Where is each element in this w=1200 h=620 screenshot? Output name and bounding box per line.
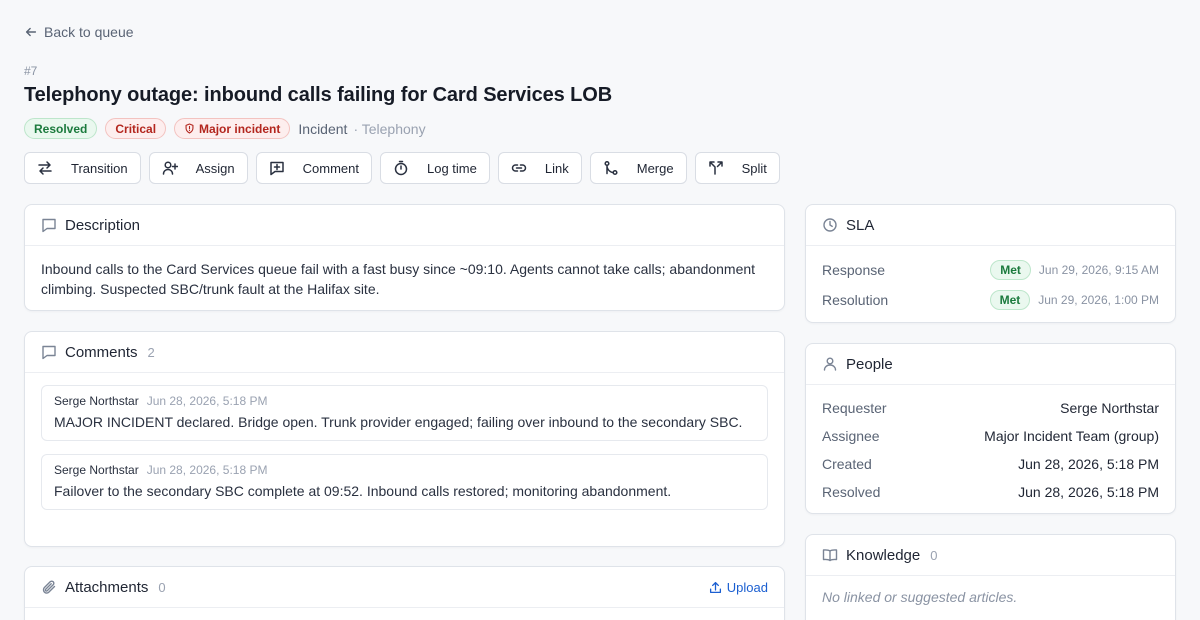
people-value: Jun 28, 2026, 5:18 PM — [1018, 484, 1159, 500]
people-value: Jun 28, 2026, 5:18 PM — [1018, 456, 1159, 472]
paperclip-icon — [42, 580, 56, 594]
assign-label: Assign — [195, 160, 235, 176]
ticket-page: Back to queue #7 Telephony outage: inbou… — [24, 0, 1176, 620]
message-plus-icon — [269, 161, 284, 176]
sla-title: SLA — [846, 216, 875, 234]
knowledge-card: Knowledge 0 No linked or suggested artic… — [805, 534, 1176, 620]
back-label: Back to queue — [44, 24, 134, 40]
people-card: People Requester Serge Northstar Assigne… — [805, 343, 1176, 514]
git-merge-icon — [604, 160, 618, 176]
major-incident-badge: Major incident — [174, 118, 291, 139]
book-open-icon — [822, 549, 838, 562]
comment-text: MAJOR INCIDENT declared. Bridge open. Tr… — [54, 414, 743, 430]
comments-list: Serge Northstar Jun 28, 2026, 5:18 PM MA… — [25, 373, 784, 522]
comments-count: 2 — [147, 344, 155, 360]
people-row-resolved: Resolved Jun 28, 2026, 5:18 PM — [822, 478, 1159, 506]
sla-header: SLA — [806, 205, 1175, 246]
people-title: People — [846, 355, 893, 373]
ticket-id: #7 — [24, 64, 38, 78]
people-value: Major Incident Team (group) — [984, 428, 1159, 444]
split-label: Split — [741, 160, 767, 176]
people-label: Requester — [822, 400, 887, 416]
attachments-card: Attachments 0 Upload — [24, 566, 785, 620]
attachments-title: Attachments — [65, 578, 149, 596]
sla-date: Jun 29, 2026, 1:00 PM — [1038, 293, 1159, 307]
knowledge-count: 0 — [930, 547, 938, 563]
people-label: Resolved — [822, 484, 881, 500]
sla-label: Response — [822, 262, 886, 278]
knowledge-title: Knowledge — [846, 546, 921, 564]
knowledge-header: Knowledge 0 — [806, 535, 1175, 576]
upload-icon — [709, 581, 721, 593]
merge-button[interactable]: Merge — [589, 152, 687, 184]
description-card: Description Inbound calls to the Card Se… — [24, 204, 785, 311]
major-incident-label: Major incident — [199, 121, 281, 136]
back-to-queue-link[interactable]: Back to queue — [24, 24, 134, 40]
comments-title: Comments — [65, 343, 138, 361]
attachments-header: Attachments 0 Upload — [25, 567, 784, 608]
user-plus-icon — [162, 161, 178, 175]
people-header: People — [806, 344, 1175, 385]
split-button[interactable]: Split — [694, 152, 780, 184]
knowledge-empty-text: No linked or suggested articles. — [822, 589, 1018, 605]
description-title: Description — [65, 216, 141, 234]
user-icon — [823, 357, 837, 371]
description-text: Inbound calls to the Card Services queue… — [41, 261, 756, 297]
log-time-button[interactable]: Log time — [380, 152, 490, 184]
comment-label: Comment — [302, 160, 359, 176]
people-row-assignee: Assignee Major Incident Team (group) — [822, 422, 1159, 450]
link-button[interactable]: Link — [497, 152, 582, 184]
priority-badge: Critical — [105, 118, 167, 139]
transition-button[interactable]: Transition — [24, 152, 141, 184]
assign-button[interactable]: Assign — [148, 152, 248, 184]
message-square-icon — [42, 218, 56, 233]
comment-author: Serge Northstar — [54, 463, 139, 477]
status-badge: Resolved — [24, 118, 98, 139]
page-title: Telephony outage: inbound calls failing … — [24, 84, 613, 106]
upload-button[interactable]: Upload — [709, 580, 768, 595]
clock-icon — [823, 218, 837, 232]
description-header: Description — [25, 205, 784, 246]
people-row-created: Created Jun 28, 2026, 5:18 PM — [822, 450, 1159, 478]
comment-text: Failover to the secondary SBC complete a… — [54, 483, 672, 499]
comment-author: Serge Northstar — [54, 394, 139, 408]
link-label: Link — [544, 160, 569, 176]
sla-row-response: Response Met Jun 29, 2026, 9:15 AM — [822, 255, 1159, 285]
upload-label: Upload — [726, 579, 768, 595]
transition-label: Transition — [71, 160, 128, 176]
arrow-left-icon — [25, 27, 37, 37]
sla-card: SLA Response Met Jun 29, 2026, 9:15 AM R… — [805, 204, 1176, 323]
sla-date: Jun 29, 2026, 9:15 AM — [1038, 263, 1159, 277]
comments-card: Comments 2 Serge Northstar Jun 28, 2026,… — [24, 331, 785, 547]
comment-item: Serge Northstar Jun 28, 2026, 5:18 PM MA… — [41, 385, 768, 441]
sla-label: Resolution — [822, 292, 889, 308]
link-icon — [511, 164, 527, 172]
attachments-count: 0 — [158, 579, 166, 595]
merge-label: Merge — [636, 160, 674, 176]
people-row-requester: Requester Serge Northstar — [822, 394, 1159, 422]
ticket-category: · Telephony — [353, 120, 426, 137]
shield-alert-icon — [185, 123, 194, 134]
action-toolbar: Transition Assign Comment Log time Link … — [24, 152, 780, 184]
comment-time: Jun 28, 2026, 5:18 PM — [146, 463, 268, 477]
people-value: Serge Northstar — [1060, 400, 1159, 416]
split-icon — [708, 161, 723, 175]
people-label: Assignee — [822, 428, 880, 444]
transition-arrows-icon — [38, 161, 52, 175]
people-label: Created — [822, 456, 872, 472]
comments-header: Comments 2 — [25, 332, 784, 373]
timer-icon — [394, 160, 408, 176]
sla-met-badge: Met — [989, 290, 1031, 310]
comment-item: Serge Northstar Jun 28, 2026, 5:18 PM Fa… — [41, 454, 768, 510]
comment-button[interactable]: Comment — [255, 152, 372, 184]
comment-time: Jun 28, 2026, 5:18 PM — [146, 394, 268, 408]
log-time-label: Log time — [427, 160, 477, 176]
sla-row-resolution: Resolution Met Jun 29, 2026, 1:00 PM — [822, 285, 1159, 315]
message-square-icon — [42, 345, 56, 360]
ticket-type: Incident — [298, 120, 348, 137]
ticket-badges: Resolved Critical Major incident Inciden… — [24, 118, 426, 139]
sla-met-badge: Met — [990, 260, 1031, 280]
